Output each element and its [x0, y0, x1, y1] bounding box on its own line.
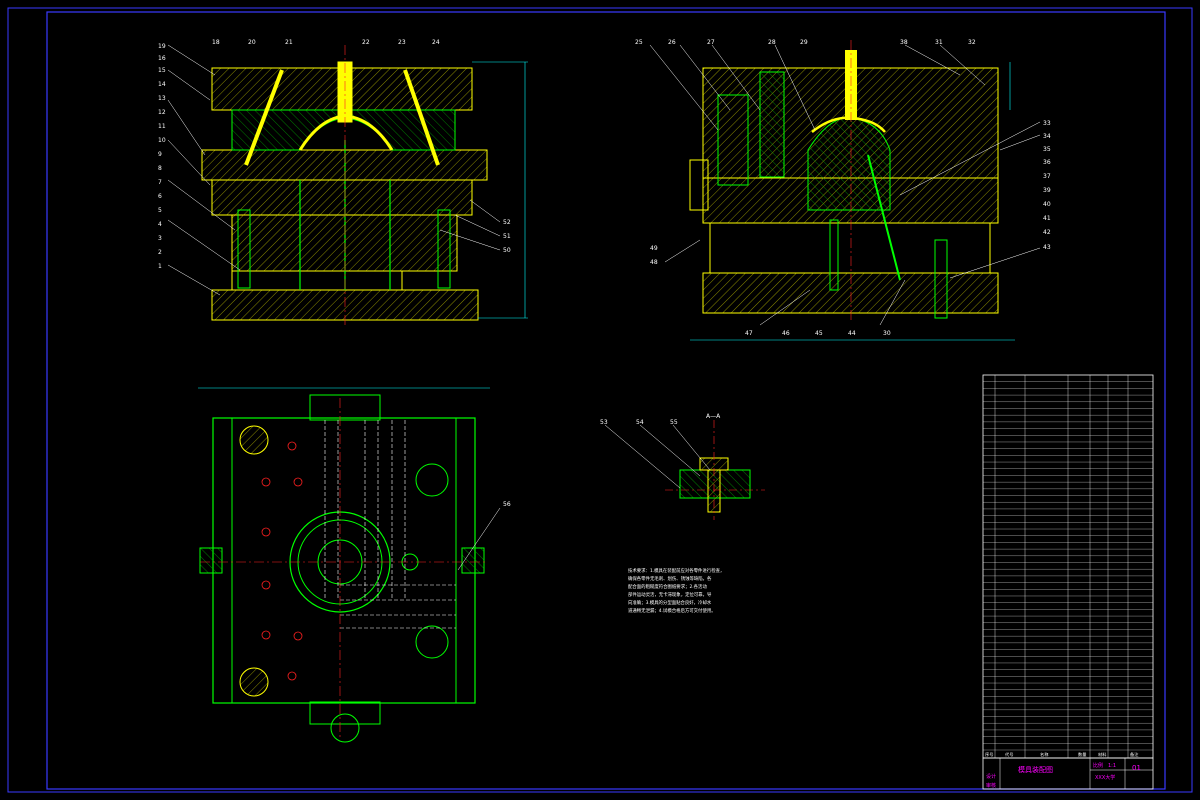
- title-block: 模具装配图 01 比例 1:1 XXX大学 设计 审核: [982, 757, 1154, 790]
- designer-label: 设计: [986, 773, 996, 780]
- technical-notes: 技术要求：1.模具在装配前应对各零件进行检查， 确保各零件无毛刺、划伤、锈蚀等缺…: [628, 567, 724, 614]
- school-name: XXX大学: [1095, 774, 1115, 781]
- checker-label: 审核: [986, 782, 996, 789]
- balloon-label: 33: [1043, 120, 1051, 127]
- balloon-label: 49: [650, 245, 658, 252]
- balloon-label: 24: [432, 39, 440, 46]
- drawing-name: 模具装配图: [1018, 765, 1053, 774]
- balloon-label: 41: [1043, 215, 1051, 222]
- balloon-label: 9: [158, 151, 162, 158]
- balloon-label: 19: [158, 43, 166, 50]
- balloon-label: 39: [1043, 187, 1051, 194]
- front-section-view: [167, 44, 528, 325]
- balloon-label: 30: [883, 330, 891, 337]
- balloon-label: 16: [158, 55, 166, 62]
- balloon-label: 43: [1043, 244, 1051, 251]
- bom-header-cell: 序号: [985, 751, 993, 758]
- balloon-label: 18: [212, 39, 220, 46]
- balloon-label: 22: [362, 39, 370, 46]
- balloon-label: 10: [158, 137, 166, 144]
- bom-header-cell: 备注: [1130, 751, 1139, 758]
- balloon-label: 8: [158, 165, 162, 172]
- balloon-label: 35: [1043, 146, 1051, 153]
- balloon-label: 15: [158, 67, 166, 74]
- cad-drawing-sheet: 19 16 15 14 13 12 11 10 9 8 7 6 5 4 3 2 …: [7, 7, 1193, 793]
- scale-label: 比例: [1093, 762, 1103, 769]
- balloon-label: 46: [782, 330, 790, 337]
- balloon-label: 56: [503, 501, 511, 508]
- side-section-view: [649, 40, 1041, 341]
- balloon-label: 38: [900, 39, 908, 46]
- scale-value: 1:1: [1108, 763, 1116, 769]
- balloon-label: 31: [935, 39, 943, 46]
- bill-of-materials: 序号 代号 名称 数量 材料 备注: [982, 374, 1154, 759]
- balloon-label: 5: [158, 207, 162, 214]
- note-line: 技术要求：1.模具在装配前应对各零件进行检查，: [628, 567, 724, 574]
- balloon-label: 29: [800, 39, 808, 46]
- balloon-label: 34: [1043, 133, 1051, 140]
- balloon-label: 53: [600, 419, 608, 426]
- balloon-label: 6: [158, 193, 162, 200]
- note-line: 向准确；3.模具的分型面贴合良好，冷却水: [628, 599, 712, 606]
- balloon-label: 7: [158, 179, 162, 186]
- bom-header-row: 序号 代号 名称 数量 材料 备注: [985, 751, 1139, 758]
- balloon-label: 13: [158, 95, 166, 102]
- balloon-label: 25: [635, 39, 643, 46]
- balloon-label: 14: [158, 81, 166, 88]
- bom-header-cell: 数量: [1078, 751, 1086, 758]
- balloon-label: 45: [815, 330, 823, 337]
- balloon-label: 54: [636, 419, 644, 426]
- balloon-label: 40: [1043, 201, 1051, 208]
- detail-section-a-a: A—A 53 54 55 56: [503, 413, 765, 520]
- outer-border: [7, 7, 1193, 793]
- plan-view: [198, 387, 501, 743]
- balloon-label: 55: [670, 419, 678, 426]
- balloon-label: 1: [158, 263, 162, 270]
- note-line: 部件运动灵活，无卡滞现象，定位可靠，导: [628, 591, 712, 598]
- note-line: 道通畅无泄漏；4.试模合格后方可交付使用。: [628, 607, 716, 614]
- balloon-label: 28: [768, 39, 776, 46]
- balloon-label: 52: [503, 219, 511, 226]
- balloon-label: 27: [707, 39, 715, 46]
- balloon-label: 44: [848, 330, 856, 337]
- balloon-label: 47: [745, 330, 753, 337]
- balloon-label: 21: [285, 39, 293, 46]
- balloon-label: 48: [650, 259, 658, 266]
- balloon-label: 51: [503, 233, 511, 240]
- balloon-label: 12: [158, 109, 166, 116]
- balloon-label: 2: [158, 249, 162, 256]
- bom-header-cell: 材料: [1098, 751, 1107, 758]
- bom-header-cell: 名称: [1040, 751, 1048, 758]
- balloon-label: 42: [1043, 229, 1051, 236]
- balloon-label: 3: [158, 235, 162, 242]
- balloon-label: 36: [1043, 159, 1051, 166]
- balloon-label: 20: [248, 39, 256, 46]
- sheet-number: 01: [1132, 764, 1141, 772]
- balloon-label: 26: [668, 39, 676, 46]
- note-line: 配合面的粗糙度符合图纸要求；2.各活动: [628, 583, 707, 590]
- note-line: 确保各零件无毛刺、划伤、锈蚀等缺陷，各: [628, 575, 712, 582]
- balloon-label: 4: [158, 221, 162, 228]
- balloon-label: 50: [503, 247, 511, 254]
- bom-header-cell: 代号: [1005, 751, 1013, 758]
- balloon-label: 37: [1043, 173, 1051, 180]
- section-view-label: A—A: [706, 413, 721, 420]
- balloon-label: 11: [158, 123, 166, 130]
- balloon-label: 23: [398, 39, 406, 46]
- balloon-label: 32: [968, 39, 976, 46]
